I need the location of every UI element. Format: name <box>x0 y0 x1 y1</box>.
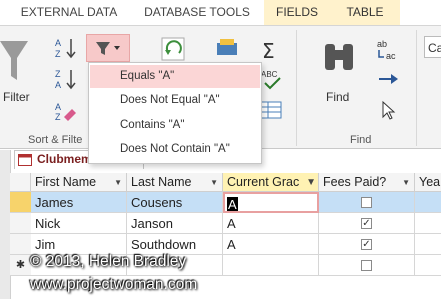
tab-external-data[interactable]: EXTERNAL DATA <box>14 0 124 25</box>
svg-text:Σ: Σ <box>262 40 275 62</box>
svg-text:A: A <box>55 102 61 112</box>
tab-table[interactable]: TABLE <box>330 0 400 25</box>
column-header-last-name[interactable]: Last Name ▼ <box>127 173 223 192</box>
selected-text: A <box>227 197 238 212</box>
more-records-icon[interactable] <box>260 100 284 120</box>
cell-first-name[interactable]: James <box>31 192 127 213</box>
replace-icon[interactable]: ab ac <box>376 38 400 62</box>
row-selector[interactable] <box>10 234 31 255</box>
totals-sigma-icon[interactable]: Σ <box>260 40 284 62</box>
cell-fees-paid[interactable]: ✓ <box>319 234 415 255</box>
go-to-arrow-icon[interactable] <box>378 70 400 88</box>
svg-text:Z: Z <box>55 49 61 59</box>
cell-current-grade[interactable]: A <box>223 234 319 255</box>
column-header-first-name[interactable]: First Name ▼ <box>31 173 127 192</box>
column-menu-arrow-icon[interactable]: ▼ <box>114 173 122 191</box>
svg-text:A: A <box>55 80 61 90</box>
find-group-label: Find <box>350 134 372 146</box>
menu-item-contains[interactable]: Contains "A" <box>90 114 260 137</box>
remove-sort-icon[interactable]: A Z <box>55 101 77 121</box>
select-cursor-icon[interactable] <box>380 100 400 120</box>
column-header-fees-paid[interactable]: Fees Paid? ▼ <box>319 173 415 192</box>
copyright-watermark: © 2013, Helen Bradley <box>30 253 187 270</box>
svg-text:ab: ab <box>377 39 387 49</box>
cell-current-grade[interactable] <box>223 255 319 276</box>
cell-fees-paid[interactable]: ✓ <box>319 213 415 234</box>
svg-text:ac: ac <box>386 51 396 61</box>
fees-checkbox-checked[interactable]: ✓ <box>361 239 372 250</box>
ribbon-tab-bar: EXTERNAL DATA DATABASE TOOLS FIELDS TABL… <box>0 0 441 26</box>
tab-database-tools[interactable]: DATABASE TOOLS <box>138 0 256 25</box>
selection-filter-icon <box>96 42 120 55</box>
selection-filter-button[interactable] <box>86 34 130 62</box>
column-menu-arrow-icon[interactable]: ▼ <box>210 173 218 191</box>
sort-descending-icon[interactable]: Z A <box>55 68 77 90</box>
cell-current-grade[interactable]: A <box>223 213 319 234</box>
column-filter-icon[interactable]: ▼ <box>306 173 316 191</box>
website-watermark: www.projectwoman.com <box>30 276 198 293</box>
svg-text:A: A <box>55 38 61 48</box>
column-menu-arrow-icon[interactable]: ▼ <box>402 173 410 191</box>
binoculars-icon[interactable] <box>322 40 358 80</box>
tab-fields[interactable]: FIELDS <box>264 0 330 25</box>
cell-first-name[interactable]: Nick <box>31 213 127 234</box>
find-button-label[interactable]: Find <box>326 90 349 104</box>
row-selector[interactable] <box>10 213 31 234</box>
new-record-icon[interactable] <box>215 37 241 57</box>
fees-checkbox[interactable] <box>361 197 372 208</box>
fees-checkbox[interactable] <box>361 260 372 271</box>
ribbon-separator <box>296 30 297 146</box>
filter-funnel-icon[interactable] <box>0 36 30 84</box>
fees-checkbox-checked[interactable]: ✓ <box>361 218 372 229</box>
new-row-marker[interactable]: ✱ <box>10 255 31 276</box>
column-header-current-grade[interactable]: Current Grac ▼ <box>223 173 319 192</box>
row-selector[interactable] <box>10 192 31 213</box>
spelling-icon[interactable]: ABC <box>260 68 286 92</box>
cell-fees-paid[interactable] <box>319 192 415 213</box>
svg-text:ABC: ABC <box>261 70 278 79</box>
menu-item-does-not-equal[interactable]: Does Not Equal "A" <box>90 89 260 112</box>
svg-text:Z: Z <box>55 69 61 79</box>
font-name-box[interactable]: Ca <box>424 36 441 58</box>
cell-year[interactable] <box>415 213 441 234</box>
cell-year[interactable] <box>415 255 441 276</box>
menu-item-equals[interactable]: Equals "A" <box>90 65 260 88</box>
svg-text:Z: Z <box>55 112 61 121</box>
cell-fees-paid[interactable] <box>319 255 415 276</box>
select-all-corner[interactable] <box>10 173 31 192</box>
filter-button-label[interactable]: Filter <box>3 90 30 104</box>
cell-last-name[interactable]: Janson <box>127 213 223 234</box>
refresh-all-icon[interactable] <box>160 36 190 62</box>
cell-last-name[interactable]: Cousens <box>127 192 223 213</box>
cell-year[interactable] <box>415 234 441 255</box>
cell-current-grade[interactable]: A <box>223 192 319 213</box>
sort-ascending-icon[interactable]: A Z <box>55 37 77 59</box>
column-header-year[interactable]: Yea <box>415 173 441 192</box>
table-icon <box>18 154 32 166</box>
cell-first-name[interactable]: Jim <box>31 234 127 255</box>
cell-last-name[interactable]: Southdown <box>127 234 223 255</box>
cell-year[interactable] <box>415 192 441 213</box>
ribbon-separator <box>416 30 417 146</box>
sort-filter-group-label: Sort & Filte <box>28 134 83 146</box>
menu-item-does-not-contain[interactable]: Does Not Contain "A" <box>90 138 260 161</box>
filter-selection-menu: Equals "A" Does Not Equal "A" Contains "… <box>88 62 262 164</box>
